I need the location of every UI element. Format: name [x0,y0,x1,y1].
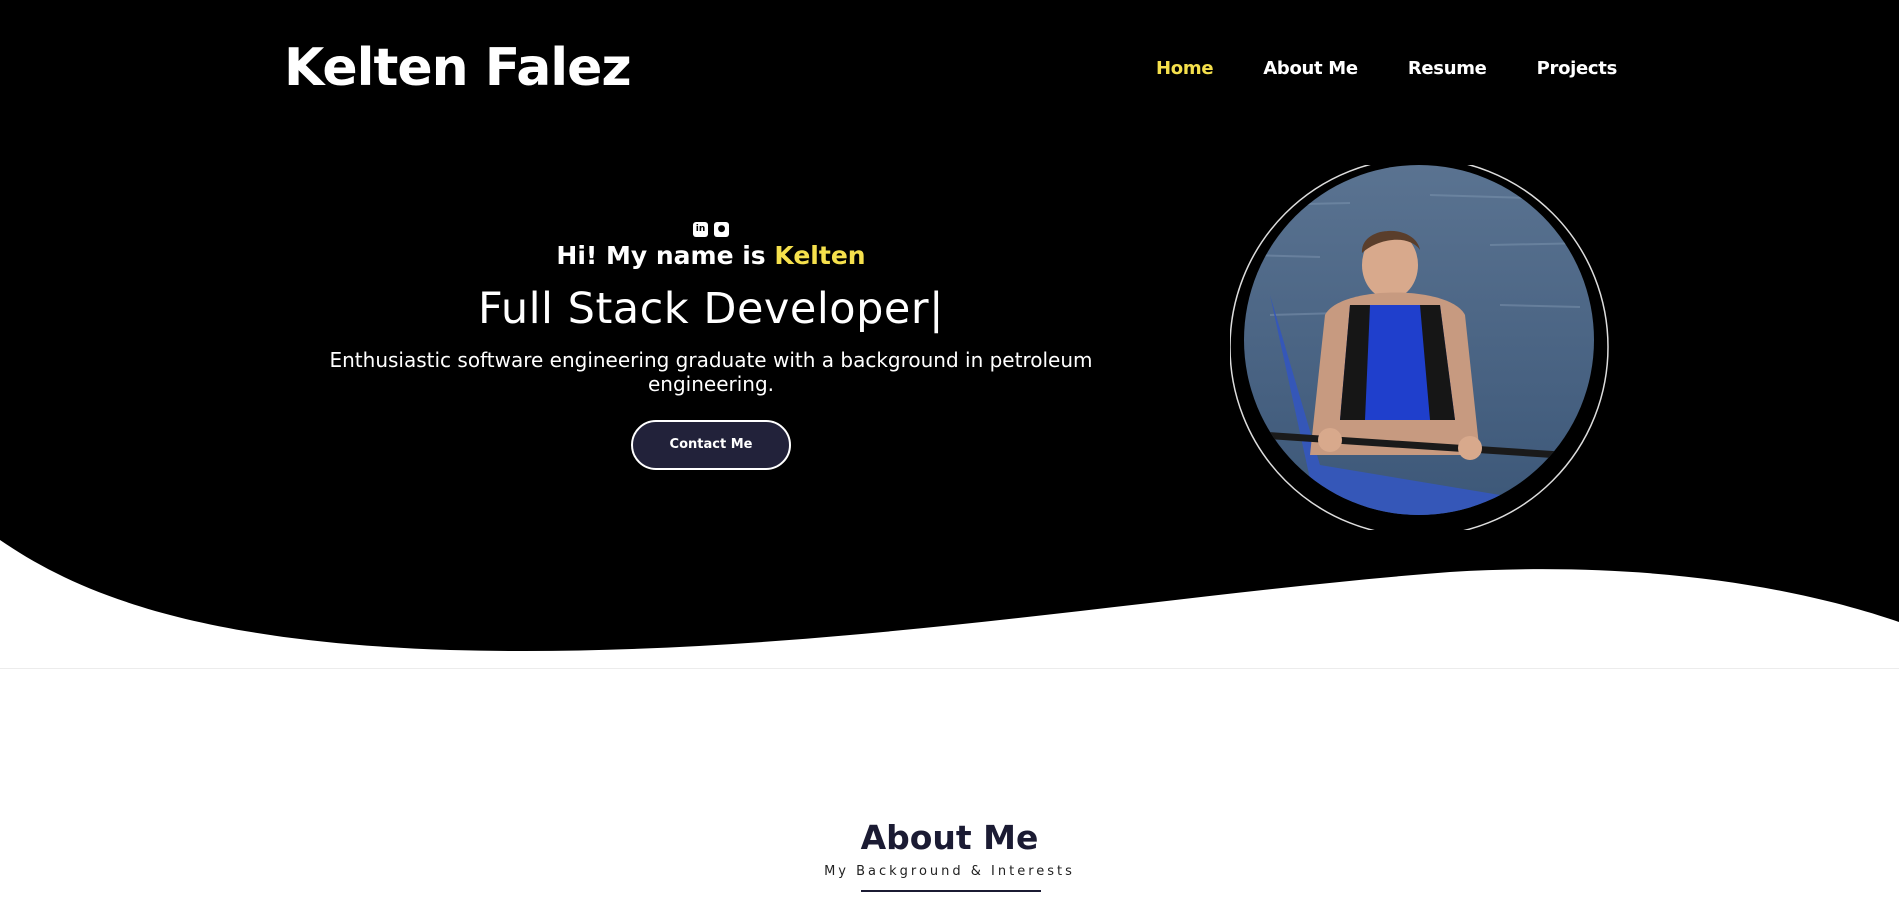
role-text: Full Stack Developer [477,284,930,334]
greeting-name: Kelten [774,241,866,270]
main-nav: Home About Me Resume Projects [1156,58,1617,79]
typing-cursor: | [929,284,945,334]
nav-projects[interactable]: Projects [1537,58,1618,79]
greeting-prefix: Hi! My name is [556,241,766,270]
linkedin-icon[interactable]: in [693,222,708,237]
github-icon[interactable]: ● [714,222,729,237]
contact-me-button[interactable]: Contact Me [631,420,791,470]
nav-resume[interactable]: Resume [1408,58,1487,79]
nav-home[interactable]: Home [1156,58,1214,79]
role-typewriter: Full Stack Developer| [270,284,1152,334]
social-links: in ● [270,222,1152,237]
site-logo[interactable]: Kelten Falez [284,38,632,98]
hero-intro: in ● Hi! My name is Kelten Full Stack De… [270,222,1152,470]
hero-section: Kelten Falez Home About Me Resume Projec… [0,0,1899,660]
profile-photo [1230,165,1609,530]
tagline: Enthusiastic software engineering gradua… [329,348,1093,396]
greeting: Hi! My name is Kelten [270,241,1152,270]
about-subheading: My Background & Interests [824,864,1075,879]
nav-about-me[interactable]: About Me [1263,58,1358,79]
about-heading: About Me [860,818,1039,857]
section-divider [0,668,1899,669]
heading-underline [861,890,1041,892]
